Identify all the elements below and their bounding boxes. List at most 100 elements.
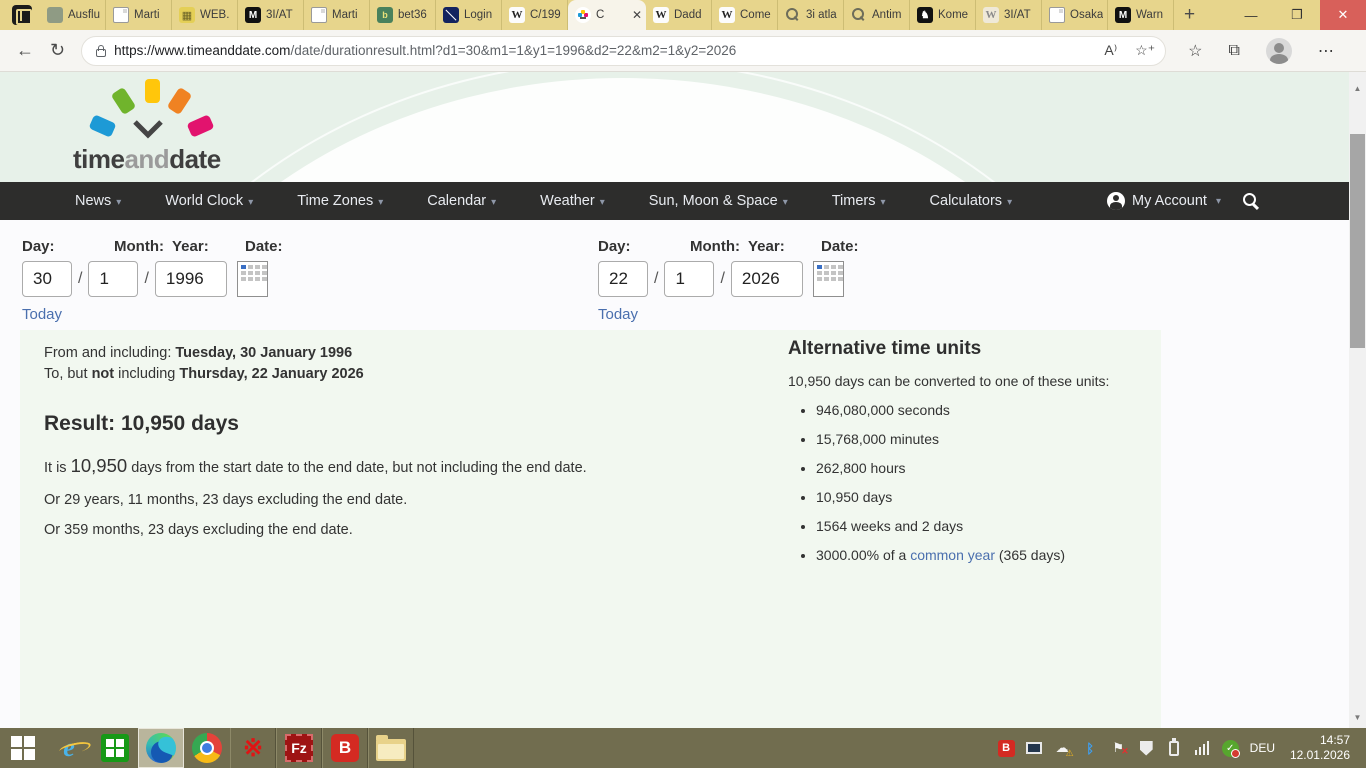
tab-13[interactable]: ♞Kome [910, 0, 976, 30]
nav-weather[interactable]: Weather [540, 193, 605, 209]
horse-favicon-icon: ♞ [917, 7, 933, 23]
profile-avatar[interactable] [1266, 38, 1292, 64]
keyboard-language[interactable]: DEU [1250, 741, 1275, 755]
start-button[interactable] [0, 728, 46, 768]
tab-actions-icon[interactable] [12, 5, 32, 25]
tab-0[interactable]: Ausflu [40, 0, 106, 30]
page-scrollbar[interactable]: ▲ ▼ [1349, 72, 1366, 728]
alt-units-title: Alternative time units [788, 338, 1148, 360]
timeanddate-logo[interactable]: timeanddate [73, 76, 253, 180]
nav-news[interactable]: News [75, 193, 121, 209]
end-month-input[interactable] [664, 261, 714, 297]
tab-4[interactable]: Marti [304, 0, 370, 30]
start-today-link[interactable]: Today [22, 306, 62, 323]
taskbar-file-explorer[interactable] [368, 728, 414, 768]
tab-active-timeanddate[interactable]: C✕ [568, 0, 646, 30]
address-bar[interactable]: https://www.timeanddate.com/date/duratio… [81, 36, 1166, 66]
nav-calculators[interactable]: Calculators [930, 193, 1013, 209]
list-item: 3000.00% of a common year (365 days) [816, 547, 1148, 563]
close-button[interactable]: ✕ [1320, 0, 1366, 30]
settings-menu-icon[interactable]: ⋯ [1318, 41, 1334, 61]
tray-shield-icon[interactable] [1138, 740, 1155, 757]
tab-15[interactable]: Osaka [1042, 0, 1108, 30]
tray-antivirus-status-icon[interactable]: ✓ [1222, 740, 1239, 757]
tab-10[interactable]: WCome [712, 0, 778, 30]
end-day-input[interactable] [598, 261, 648, 297]
tab-16[interactable]: MWarn [1108, 0, 1174, 30]
nav-sun-moon-space[interactable]: Sun, Moon & Space [649, 193, 788, 209]
tray-cloud-warning-icon[interactable]: ☁⚠ [1054, 740, 1071, 757]
navy-favicon-icon: ＼ [443, 7, 459, 23]
result-panel: From and including: Tuesday, 30 January … [20, 330, 1161, 728]
tab-11[interactable]: 3i atla [778, 0, 844, 30]
search-icon[interactable] [1243, 193, 1259, 209]
tab-3[interactable]: M3I/AT [238, 0, 304, 30]
common-year-link[interactable]: common year [910, 547, 995, 563]
refresh-button[interactable]: ↻ [50, 40, 65, 61]
logo-chevron-icon [133, 120, 163, 140]
start-calendar-icon[interactable] [237, 261, 268, 297]
favorites-icon[interactable]: ☆ [1188, 41, 1202, 61]
start-date-group: Day: Month: Year: Date: / / Today [22, 238, 283, 324]
tray-display-icon[interactable] [1026, 740, 1043, 757]
tray-bluetooth-icon[interactable]: ᛒ [1082, 740, 1099, 757]
add-favorite-icon[interactable]: ☆⁺ [1135, 42, 1155, 59]
alt-units-intro: 10,950 days can be converted to one of t… [788, 373, 1148, 389]
scroll-down-icon[interactable]: ▼ [1349, 709, 1366, 726]
minimize-button[interactable]: — [1228, 0, 1274, 30]
taskbar-filezilla[interactable]: Fz [276, 728, 322, 768]
taskbar-edge-active[interactable] [138, 728, 184, 768]
taskbar-store[interactable] [92, 728, 138, 768]
search-favicon-icon [851, 7, 867, 23]
tab-6[interactable]: ＼Login [436, 0, 502, 30]
year-label: Year: [172, 238, 245, 255]
nav-world-clock[interactable]: World Clock [165, 193, 253, 209]
nav-timers[interactable]: Timers [832, 193, 886, 209]
tab-9[interactable]: WDadd [646, 0, 712, 30]
taskbar-app-red[interactable]: ※ [230, 728, 276, 768]
start-month-input[interactable] [88, 261, 138, 297]
result-line-1: It is 10,950 days from the start date to… [44, 455, 744, 477]
read-aloud-icon[interactable]: A⁾ [1104, 42, 1117, 59]
bitdefender-icon: B [331, 734, 359, 762]
tab-5[interactable]: bbet36 [370, 0, 436, 30]
taskbar-bitdefender[interactable]: B [322, 728, 368, 768]
end-calendar-icon[interactable] [813, 261, 844, 297]
taskbar-internet-explorer[interactable]: e [46, 728, 92, 768]
page-favicon-icon [113, 7, 129, 23]
tab-2[interactable]: ▦WEB. [172, 0, 238, 30]
restore-button[interactable]: ❐ [1274, 0, 1320, 30]
browser-toolbar: ← ↻ https://www.timeanddate.com/date/dur… [0, 30, 1366, 72]
tray-bitdefender-icon[interactable]: B [998, 740, 1015, 757]
end-today-link[interactable]: Today [598, 306, 638, 323]
tab-1[interactable]: Marti [106, 0, 172, 30]
my-account-menu[interactable]: My Account [1107, 192, 1221, 210]
tray-action-center-flag-icon[interactable]: ⚑✕ [1110, 740, 1127, 757]
url-text[interactable]: https://www.timeanddate.com/date/duratio… [114, 43, 1092, 58]
windows-logo-icon [11, 736, 35, 760]
start-day-input[interactable] [22, 261, 72, 297]
taskbar-clock[interactable]: 14:57 12.01.2026 [1286, 733, 1356, 763]
result-line-3: Or 359 months, 23 days excluding the end… [44, 522, 744, 538]
tab-7[interactable]: WC/199 [502, 0, 568, 30]
result-line-2: Or 29 years, 11 months, 23 days excludin… [44, 492, 744, 508]
new-tab-button[interactable]: + [1184, 4, 1195, 26]
taskbar-chrome[interactable] [184, 728, 230, 768]
collections-icon[interactable]: ⧉ [1228, 42, 1239, 60]
scrollbar-thumb[interactable] [1350, 134, 1365, 348]
tray-battery-icon[interactable] [1166, 740, 1183, 757]
tab-close-icon[interactable]: ✕ [632, 8, 642, 22]
end-year-input[interactable] [731, 261, 803, 297]
tab-12[interactable]: Antim [844, 0, 910, 30]
nav-calendar[interactable]: Calendar [427, 193, 496, 209]
tab-14[interactable]: W3I/AT [976, 0, 1042, 30]
edge-icon [146, 733, 176, 763]
tray-network-signal-icon[interactable] [1194, 740, 1211, 757]
list-item: 946,080,000 seconds [816, 402, 1148, 418]
nav-time-zones[interactable]: Time Zones [297, 193, 383, 209]
back-button[interactable]: ← [16, 40, 34, 61]
list-item: 262,800 hours [816, 460, 1148, 476]
date-label: Date: [821, 238, 859, 255]
scroll-up-icon[interactable]: ▲ [1349, 80, 1366, 97]
start-year-input[interactable] [155, 261, 227, 297]
